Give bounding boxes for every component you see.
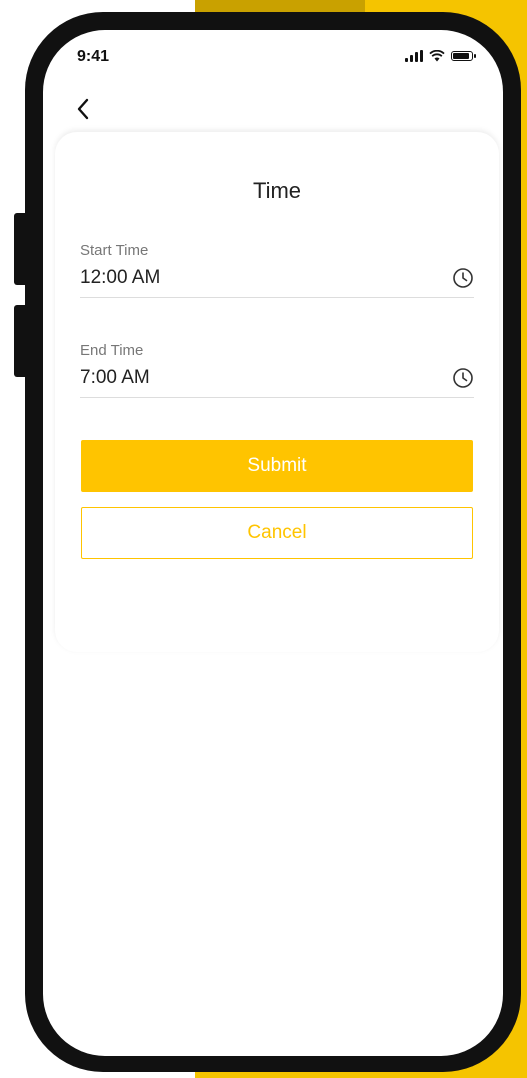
submit-button[interactable]: Submit xyxy=(81,440,473,492)
status-icons xyxy=(405,50,476,62)
end-time-value: 7:00 AM xyxy=(80,367,150,388)
time-card: Time Start Time 12:00 AM End Time 7:00 A… xyxy=(55,132,499,652)
start-time-field[interactable]: Start Time 12:00 AM xyxy=(80,242,474,298)
start-time-label: Start Time xyxy=(80,242,149,259)
status-time: 9:41 xyxy=(77,48,110,65)
phone-side-button xyxy=(14,305,28,377)
battery-icon xyxy=(451,51,476,61)
end-time-field[interactable]: End Time 7:00 AM xyxy=(80,342,474,398)
card-title: Time xyxy=(252,178,302,203)
wifi-icon xyxy=(429,50,445,62)
chevron-left-icon xyxy=(77,98,89,120)
start-time-input[interactable]: 12:00 AM xyxy=(80,267,474,298)
clock-icon[interactable] xyxy=(452,267,474,289)
cancel-button[interactable]: Cancel xyxy=(81,507,473,559)
signal-icon xyxy=(405,50,423,62)
clock-icon[interactable] xyxy=(452,367,474,389)
end-time-label: End Time xyxy=(80,342,144,359)
phone-screen: 9:41 Time Start Time 12:00 AM End Time 7… xyxy=(43,30,503,1056)
phone-side-button xyxy=(14,213,28,285)
start-time-value: 12:00 AM xyxy=(80,267,161,288)
back-button[interactable] xyxy=(73,96,95,122)
end-time-input[interactable]: 7:00 AM xyxy=(80,367,474,398)
backdrop-accent xyxy=(195,0,365,12)
